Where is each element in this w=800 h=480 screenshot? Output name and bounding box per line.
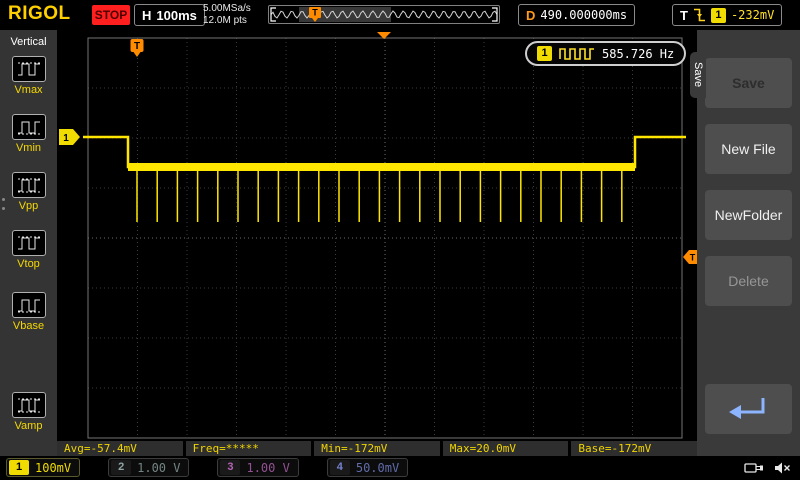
channel-3-scale: 1.00 V [246, 460, 290, 475]
measurement-min: Min=-172mV [314, 441, 440, 456]
sidebar-item-label: Vtop [17, 258, 40, 270]
scrollbar-indicator [2, 207, 5, 210]
vmax-icon [11, 56, 46, 82]
oscilloscope-screen: RIGOL STOP H 100ms 5.00MSa/s 12.0M pts T… [0, 0, 800, 480]
sample-rate: 5.00MSa/s [203, 3, 251, 14]
sidebar-item-label: Vbase [12, 320, 45, 332]
return-arrow-icon [728, 398, 764, 419]
waveform-display: 1 T T 1 585.726 Hz [57, 30, 697, 440]
trigger-source-badge: 1 [710, 7, 726, 23]
measurement-base: Base=-172mV [571, 441, 697, 456]
sidebar-item-vamp[interactable]: Vamp [0, 392, 57, 432]
usb-icon [744, 463, 763, 473]
menu-button-return[interactable] [705, 384, 792, 434]
softkey-menu: Save New File NewFolder Delete [697, 30, 800, 456]
trigger-label: T [680, 7, 688, 23]
channel-1-scale: 100mV [35, 460, 72, 475]
delay-readout[interactable]: D 490.000000ms [518, 4, 636, 26]
freq-counter-channel-badge: 1 [537, 46, 552, 61]
channel-1-badge: 1 [9, 460, 29, 475]
sidebar-item-vbase[interactable]: Vbase [0, 292, 57, 332]
waveform-canvas: 1 T T [59, 32, 697, 439]
measurement-max: Max=20.0mV [442, 441, 569, 456]
vbase-icon [11, 292, 46, 318]
sidebar-item-label: Vpp [18, 200, 39, 212]
svg-text:T: T [134, 41, 140, 52]
delay-value: 490.000000ms [540, 8, 628, 22]
channel-3-badge: 3 [220, 460, 241, 475]
delay-label: D [526, 7, 536, 23]
measure-sidebar: Vertical Vmax Vmin Vpp Vtop Vbase Vamp [0, 30, 57, 456]
channel-4-scale: 50.0mV [355, 460, 400, 475]
channel-2-status[interactable]: 2 1.00 V [108, 458, 190, 477]
top-status-bar: RIGOL STOP H 100ms 5.00MSa/s 12.0M pts T… [0, 0, 800, 30]
run-state-badge: STOP [92, 5, 130, 25]
memory-position-bar[interactable]: T [268, 5, 500, 24]
channel-3-status[interactable]: 3 1.00 V [217, 458, 299, 477]
measurement-freq: Freq=***** [185, 441, 312, 456]
sidebar-title: Vertical [10, 36, 47, 48]
channel-2-scale: 1.00 V [137, 460, 181, 475]
trigger-readout[interactable]: T 1 -232mV [672, 4, 783, 26]
vpp-icon [11, 172, 46, 198]
channel-1-status[interactable]: 1 100mV [6, 458, 81, 477]
svg-text:T: T [690, 253, 696, 263]
menu-button-delete: Delete [705, 256, 792, 306]
horizontal-readout[interactable]: H 100ms [134, 4, 205, 26]
horizontal-label: H [142, 7, 152, 23]
sidebar-item-label: Vamp [14, 420, 43, 432]
vmin-icon [11, 114, 46, 140]
sidebar-item-vtop[interactable]: Vtop [0, 230, 57, 270]
menu-tab-save[interactable]: Save [690, 52, 706, 98]
measurement-results-bar: Avg=-57.4mV Freq=***** Min=-172mV Max=20.0m… [57, 441, 697, 456]
sidebar-item-label: Vmin [15, 142, 42, 154]
frequency-value: 585.726 Hz [602, 46, 675, 61]
scrollbar-indicator [2, 198, 5, 201]
svg-text:T: T [312, 8, 318, 18]
acquisition-info: 5.00MSa/s 12.0M pts [203, 3, 251, 27]
measurement-avg: Avg=-57.4mV [57, 441, 183, 456]
vtop-icon [11, 230, 46, 256]
channel-status-bar: 1 100mV 2 1.00 V 3 1.00 V 4 50.0mV [0, 456, 800, 480]
svg-text:1: 1 [63, 133, 69, 144]
menu-button-save: Save [705, 58, 792, 108]
timebase-value: 100ms [156, 7, 197, 23]
menu-button-newfolder[interactable]: NewFolder [705, 190, 792, 240]
menu-button-new-file[interactable]: New File [705, 124, 792, 174]
channel-4-status[interactable]: 4 50.0mV [326, 458, 409, 477]
vamp-icon [11, 392, 46, 418]
sidebar-item-label: Vmax [14, 84, 43, 96]
sidebar-item-vmax[interactable]: Vmax [0, 56, 57, 96]
trigger-level-value: -232mV [730, 8, 775, 22]
speaker-muted-icon[interactable] [774, 461, 792, 475]
falling-edge-icon [693, 8, 705, 22]
rigol-logo: RIGOL [8, 3, 71, 24]
channel-1-level-marker [59, 129, 80, 145]
channel-4-badge: 4 [329, 460, 350, 475]
memory-depth: 12.0M pts [203, 15, 247, 26]
pulse-train-icon [559, 48, 594, 60]
sidebar-item-vpp[interactable]: Vpp [0, 172, 57, 212]
channel-2-badge: 2 [111, 460, 132, 475]
frequency-counter: 1 585.726 Hz [525, 41, 687, 66]
sidebar-item-vmin[interactable]: Vmin [0, 114, 57, 154]
